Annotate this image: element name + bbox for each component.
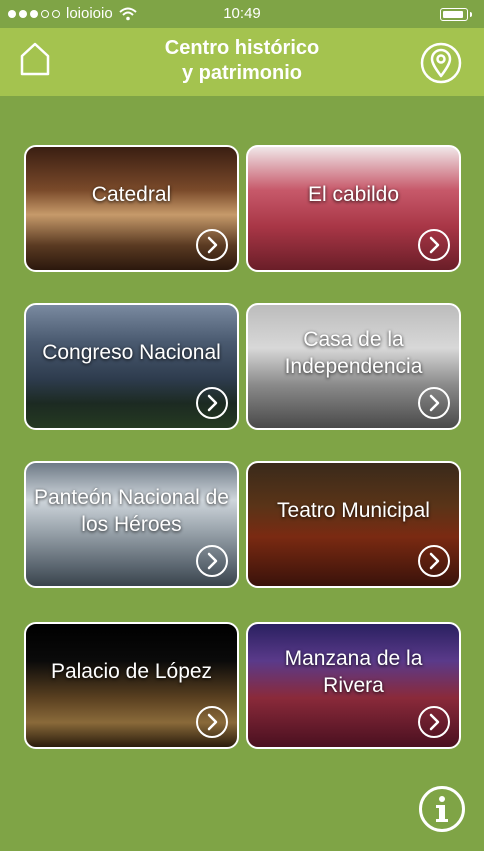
play-circle-icon[interactable] [195,705,229,739]
play-circle-icon[interactable] [417,544,451,578]
play-circle-icon[interactable] [417,386,451,420]
page-title: Centro histórico y patrimonio [100,36,384,86]
place-tile[interactable]: Casa de la Independencia [246,303,461,430]
battery-icon [440,8,472,21]
title-line-2: y patrimonio [181,62,302,84]
place-tile[interactable]: Manzana de la Rivera [246,622,461,749]
place-tile[interactable]: Catedral [24,145,239,272]
info-icon[interactable] [418,785,466,833]
play-circle-icon[interactable] [417,228,451,262]
home-icon[interactable] [20,42,50,76]
place-tile[interactable]: Panteón Nacional de los Héroes [24,461,239,588]
place-tile[interactable]: El cabildo [246,145,461,272]
app-header: Centro histórico y patrimonio [0,28,484,96]
place-tile[interactable]: Congreso Nacional [24,303,239,430]
play-circle-icon[interactable] [417,705,451,739]
play-circle-icon[interactable] [195,228,229,262]
play-circle-icon[interactable] [195,544,229,578]
play-circle-icon[interactable] [195,386,229,420]
place-tile[interactable]: Teatro Municipal [246,461,461,588]
title-line-1: Centro histórico [164,37,320,59]
status-time: 10:49 [223,5,261,22]
location-pin-icon[interactable] [420,42,462,84]
status-bar: loioioio 10:49 [0,0,484,28]
place-tile[interactable]: Palacio de López [24,622,239,749]
